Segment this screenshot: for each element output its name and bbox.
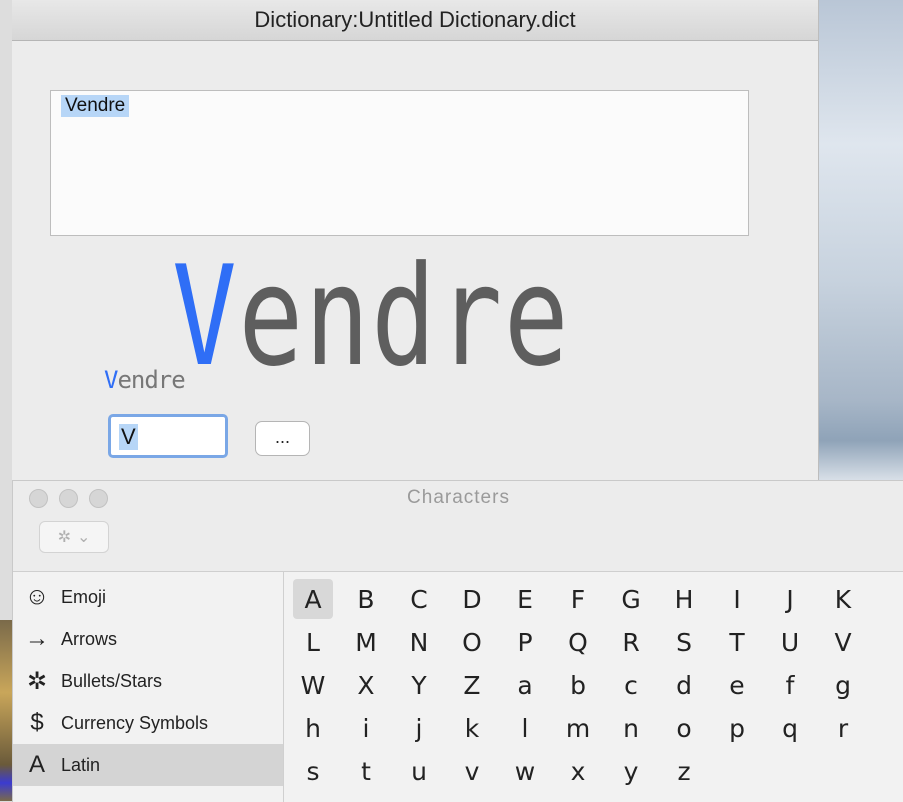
character-cell[interactable]: U [770, 622, 810, 662]
character-cell[interactable]: u [399, 751, 439, 791]
category-label: Currency Symbols [61, 712, 209, 733]
character-cell[interactable]: b [558, 665, 598, 705]
character-cell[interactable]: w [505, 751, 545, 791]
character-cell[interactable]: T [717, 622, 757, 662]
character-cell[interactable]: D [452, 579, 492, 619]
character-cell[interactable]: A [293, 579, 333, 619]
character-cell[interactable]: n [611, 708, 651, 748]
category-label: Arrows [61, 628, 118, 649]
character-cell[interactable]: I [717, 579, 757, 619]
window-title: Dictionary:Untitled Dictionary.dict [254, 7, 576, 32]
character-cell[interactable]: j [399, 708, 439, 748]
character-cell[interactable]: E [505, 579, 545, 619]
character-input[interactable]: V [108, 414, 228, 458]
character-cell[interactable]: m [558, 708, 598, 748]
character-cell[interactable]: K [823, 579, 863, 619]
character-cell[interactable]: J [770, 579, 810, 619]
category-list: ☺ Emoji → Arrows ✲ Bullets/Stars $ Currency Sym… [13, 572, 284, 802]
character-cell[interactable]: Y [399, 665, 439, 705]
dictionary-window: Dictionary:Untitled Dictionary.dict Vend… [12, 0, 819, 480]
character-cell[interactable]: C [399, 579, 439, 619]
characters-titlebar[interactable]: Characters ✲ ⌄ [13, 481, 903, 572]
action-menu-button[interactable]: ✲ ⌄ [39, 521, 109, 553]
character-cell[interactable]: a [505, 665, 545, 705]
list-item[interactable]: Vendre [61, 95, 130, 117]
characters-window: Characters ✲ ⌄ ☺ Emoji → Arrows ✲ Bullets/Sta… [12, 480, 903, 802]
category-item-latin[interactable]: A Latin [13, 744, 283, 786]
character-cell[interactable]: Z [452, 665, 492, 705]
browse-button[interactable]: ... [255, 421, 310, 456]
character-cell[interactable]: W [293, 665, 333, 705]
category-item-currency-symbols[interactable]: $ Currency Symbols [13, 702, 283, 744]
character-cell[interactable]: B [346, 579, 386, 619]
emoji-icon: ☺ [24, 583, 50, 610]
category-label: Bullets/Stars [61, 670, 163, 691]
character-cell[interactable]: G [611, 579, 651, 619]
character-cell[interactable]: F [558, 579, 598, 619]
word-list[interactable]: Vendre [50, 90, 749, 236]
character-cell[interactable]: v [452, 751, 492, 791]
character-cell[interactable]: e [717, 665, 757, 705]
arrow-icon: → [25, 625, 49, 652]
character-cell[interactable]: H [664, 579, 704, 619]
latin-icon: A [28, 751, 45, 778]
category-label: Emoji [61, 586, 107, 607]
character-cell[interactable]: h [293, 708, 333, 748]
dollar-icon: $ [30, 709, 44, 736]
character-cell[interactable]: k [452, 708, 492, 748]
character-cell[interactable]: R [611, 622, 651, 662]
chevron-down-icon: ⌄ [77, 529, 91, 546]
character-cell[interactable]: X [346, 665, 386, 705]
small-word-preview: Vendre [104, 366, 186, 394]
category-label: Latin [61, 754, 101, 775]
large-word-preview: Vendre [172, 236, 571, 397]
character-cell[interactable]: i [346, 708, 386, 748]
character-cell[interactable]: g [823, 665, 863, 705]
category-item-emoji[interactable]: ☺ Emoji [13, 576, 283, 618]
character-cell[interactable]: y [611, 751, 651, 791]
category-item-arrows[interactable]: → Arrows [13, 618, 283, 660]
desktop-background-left [0, 620, 12, 801]
character-cell[interactable]: L [293, 622, 333, 662]
character-cell[interactable]: q [770, 708, 810, 748]
character-cell[interactable]: o [664, 708, 704, 748]
character-cell[interactable]: c [611, 665, 651, 705]
window-title: Characters [407, 487, 510, 508]
character-cell[interactable]: t [346, 751, 386, 791]
dictionary-titlebar[interactable]: Dictionary:Untitled Dictionary.dict [12, 0, 818, 41]
character-cell[interactable]: s [293, 751, 333, 791]
character-cell[interactable]: z [664, 751, 704, 791]
character-cell[interactable]: f [770, 665, 810, 705]
character-cell[interactable]: V [823, 622, 863, 662]
character-cell[interactable]: O [452, 622, 492, 662]
character-cell[interactable]: Q [558, 622, 598, 662]
character-cell[interactable]: P [505, 622, 545, 662]
character-cell[interactable]: l [505, 708, 545, 748]
character-cell[interactable]: d [664, 665, 704, 705]
character-cell[interactable]: M [346, 622, 386, 662]
gear-icon: ✲ [57, 529, 71, 546]
character-cell[interactable]: S [664, 622, 704, 662]
character-cell[interactable]: x [558, 751, 598, 791]
character-cell[interactable]: p [717, 708, 757, 748]
character-cell[interactable]: N [399, 622, 439, 662]
category-item-bullets-stars[interactable]: ✲ Bullets/Stars [13, 660, 283, 702]
character-input-value: V [119, 424, 138, 450]
character-cell[interactable]: r [823, 708, 863, 748]
bullet-star-icon: ✲ [26, 667, 48, 695]
